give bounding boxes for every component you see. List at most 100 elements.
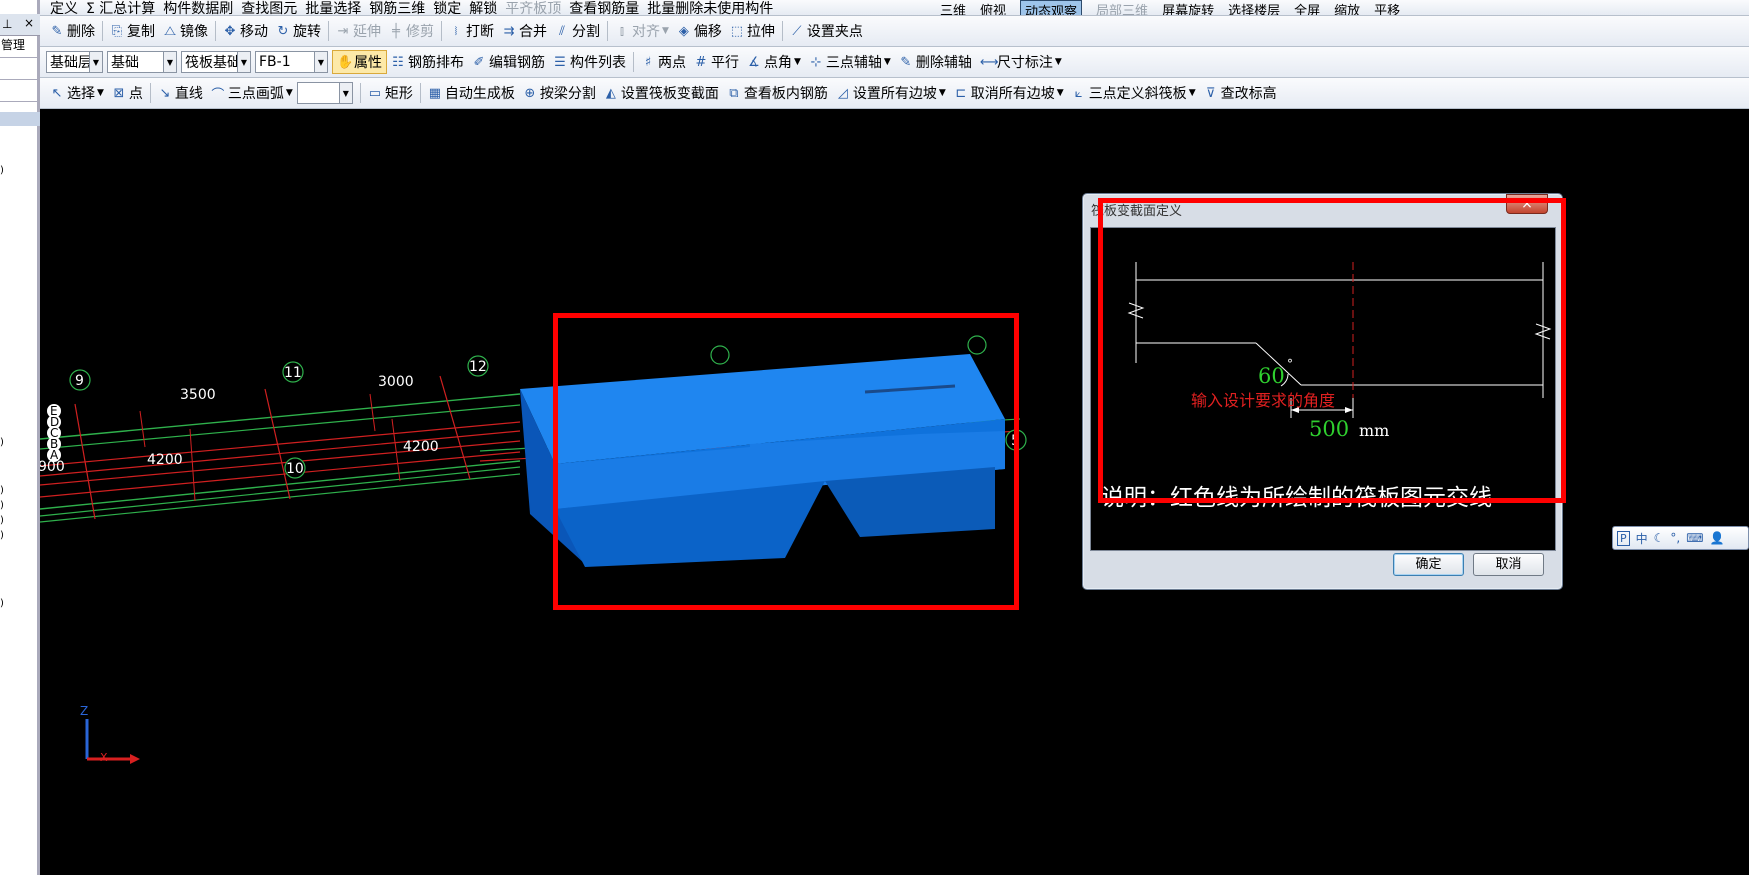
properties-button[interactable]: ✋ 属性 bbox=[332, 50, 387, 74]
keyboard-icon[interactable]: ⌨ bbox=[1686, 531, 1703, 545]
cancel-all-slopes-label: 取消所有边坡 bbox=[970, 86, 1055, 102]
elevation-icon: ⊽ bbox=[1205, 85, 1216, 101]
floor-select[interactable]: 基础层 ▼ bbox=[46, 51, 103, 73]
line-button[interactable]: ↘ 直线 bbox=[154, 81, 207, 105]
component-list-button[interactable]: ☰ 构件列表 bbox=[549, 50, 630, 74]
summary-calc-button[interactable]: Σ 汇总计算 bbox=[82, 0, 159, 16]
arc-option-select[interactable]: ▼ bbox=[296, 82, 353, 104]
cancel-button[interactable]: 取消 bbox=[1473, 553, 1544, 576]
rebar-layout-button[interactable]: ☷ 钢筋排布 bbox=[387, 50, 468, 74]
chevron-down-icon: ▼ bbox=[662, 26, 669, 36]
ok-button[interactable]: 确定 bbox=[1393, 553, 1464, 576]
set-all-slopes-button[interactable]: ◿ 设置所有边坡 ▼ bbox=[832, 81, 950, 105]
break-label: 打断 bbox=[466, 24, 494, 40]
tree-mark: ) bbox=[0, 500, 4, 511]
chevron-down-icon: ▼ bbox=[1056, 88, 1064, 98]
copy-button[interactable]: ⎘ 复制 bbox=[106, 19, 159, 43]
point-button[interactable]: ⊠ 点 bbox=[108, 81, 147, 105]
auto-gen-slab-button[interactable]: ▦ 自动生成板 bbox=[424, 81, 519, 105]
two-points-icon: ♯ bbox=[644, 54, 652, 70]
offset-button[interactable]: ◈ 偏移 bbox=[673, 19, 726, 43]
edit-elevation-label: 查改标高 bbox=[1220, 86, 1277, 102]
left-panel-row-empty[interactable] bbox=[0, 80, 40, 102]
divider bbox=[149, 83, 151, 103]
find-element-button[interactable]: 查找图元 bbox=[237, 0, 301, 16]
punctuation-icon[interactable]: °, bbox=[1670, 531, 1680, 545]
select-floor-button[interactable]: 选择楼层 bbox=[1228, 0, 1280, 15]
align-button[interactable]: ⫾ 对齐 ▼ bbox=[611, 19, 673, 43]
cancel-all-slopes-button[interactable]: ⊏ 取消所有边坡 ▼ bbox=[950, 81, 1068, 105]
break-button[interactable]: ⧘ 打断 bbox=[445, 19, 498, 43]
zoom-button[interactable]: 缩放 bbox=[1334, 0, 1360, 15]
view-slab-rebar-button[interactable]: ⧉ 查看板内钢筋 bbox=[723, 81, 832, 105]
set-section-button[interactable]: ◭ 设置筏板变截面 bbox=[600, 81, 723, 105]
select-button[interactable]: ↖ 选择 ▼ bbox=[46, 81, 108, 105]
delete-button[interactable]: ✎ 删除 bbox=[46, 19, 99, 43]
arc-button[interactable]: ⌒ 三点画弧 ▼ bbox=[207, 81, 297, 105]
three-point-axis-button[interactable]: ⊹ 三点辅轴 ▼ bbox=[805, 50, 895, 74]
dimension-button[interactable]: ⟷ 尺寸标注 ▼ bbox=[976, 50, 1066, 74]
cursor-icon: ↖ bbox=[51, 85, 63, 101]
rotate-button[interactable]: ↻ 旋转 bbox=[272, 19, 325, 43]
tree-mark: ) bbox=[0, 530, 4, 541]
mirror-button[interactable]: ⧍ 镜像 bbox=[159, 19, 212, 43]
ime-language[interactable]: 中 bbox=[1636, 530, 1648, 547]
rebar-3d-button[interactable]: 钢筋三维 bbox=[365, 0, 429, 16]
rect-button[interactable]: ▭ 矩形 bbox=[364, 81, 417, 105]
user-icon[interactable]: 👤 bbox=[1710, 531, 1725, 545]
define-button[interactable]: 定义 bbox=[46, 0, 82, 16]
category-select-value: 基础 bbox=[111, 55, 139, 71]
delete-label: 删除 bbox=[67, 24, 95, 40]
ime-toolbar[interactable]: P 中 ☾ °, ⌨ 👤 bbox=[1612, 526, 1749, 550]
batch-select-button[interactable]: 批量选择 bbox=[301, 0, 365, 16]
chevron-down-icon: ▼ bbox=[883, 57, 891, 67]
pin-icon[interactable]: ⊥ bbox=[2, 17, 12, 31]
align-top-button[interactable]: 平齐板顶 bbox=[501, 0, 565, 16]
two-points-button[interactable]: ♯ 两点 bbox=[637, 50, 690, 74]
left-panel-row[interactable]: 管理 bbox=[0, 36, 40, 58]
type-select[interactable]: 筏板基础 ▼ bbox=[181, 51, 251, 73]
split-by-beam-button[interactable]: ⊕ 按梁分割 bbox=[519, 81, 600, 105]
align-icon: ⫾ bbox=[619, 23, 625, 39]
three-point-slope-button[interactable]: ⟀ 三点定义斜筏板 ▼ bbox=[1068, 81, 1200, 105]
format-painter-button[interactable]: 构件数据刷 bbox=[159, 0, 237, 16]
orbit-button[interactable]: 动态观察 bbox=[1020, 0, 1083, 15]
component-select[interactable]: FB-1 ▼ bbox=[255, 51, 328, 73]
top-view-button[interactable]: 俯视 bbox=[980, 0, 1006, 15]
set-grip-button[interactable]: ⟋ 设置夹点 bbox=[786, 19, 867, 43]
moon-icon[interactable]: ☾ bbox=[1654, 531, 1665, 545]
move-button[interactable]: ✥ 移动 bbox=[219, 19, 272, 43]
fullscreen-button[interactable]: 全屏 bbox=[1294, 0, 1320, 15]
extend-label: 延伸 bbox=[353, 24, 381, 40]
edit-elevation-button[interactable]: ⊽ 查改标高 bbox=[1200, 81, 1281, 105]
edit-rebar-button[interactable]: ✐ 编辑钢筋 bbox=[468, 50, 549, 74]
merge-button[interactable]: ⇉ 合并 bbox=[498, 19, 551, 43]
close-icon[interactable]: × bbox=[24, 16, 34, 30]
split-button[interactable]: ⫽ 分割 bbox=[551, 19, 604, 43]
pan-button[interactable]: 平移 bbox=[1374, 0, 1400, 15]
parallel-button[interactable]: # 平行 bbox=[690, 50, 743, 74]
unlock-button[interactable]: 解锁 bbox=[465, 0, 501, 16]
delete-axis-button[interactable]: ✎ 删除辅轴 bbox=[895, 50, 976, 74]
axis-label: 9 bbox=[75, 373, 84, 389]
view-slab-rebar-label: 查看板内钢筋 bbox=[743, 86, 828, 102]
left-panel-row-empty[interactable] bbox=[0, 58, 40, 80]
rect-label: 矩形 bbox=[384, 86, 413, 102]
point-angle-button[interactable]: ∡ 点角 ▼ bbox=[743, 50, 805, 74]
axis-z-label: Z bbox=[80, 704, 88, 718]
view-rebar-qty-button[interactable]: 查看钢筋量 bbox=[565, 0, 643, 16]
local-3d-button[interactable]: 局部三维 bbox=[1096, 0, 1148, 15]
axis-x-label: X bbox=[100, 751, 108, 764]
view-3d-button[interactable]: 三维 bbox=[940, 0, 966, 15]
extend-button[interactable]: ⇥ 延伸 bbox=[332, 19, 385, 43]
stretch-button[interactable]: ⬚ 拉伸 bbox=[726, 19, 779, 43]
screen-rotate-button[interactable]: 屏幕旋转 bbox=[1162, 0, 1214, 15]
lock-button[interactable]: 锁定 bbox=[429, 0, 465, 16]
axis-label: 10 bbox=[286, 461, 304, 477]
category-select[interactable]: 基础 ▼ bbox=[107, 51, 177, 73]
point-angle-label: 点角 bbox=[764, 55, 792, 71]
arc-label: 三点画弧 bbox=[227, 86, 284, 102]
trim-button[interactable]: ╪ 修剪 bbox=[385, 19, 438, 43]
delete-axis-label: 删除辅轴 bbox=[915, 55, 972, 71]
batch-delete-unused-button[interactable]: 批量删除未使用构件 bbox=[643, 0, 777, 16]
